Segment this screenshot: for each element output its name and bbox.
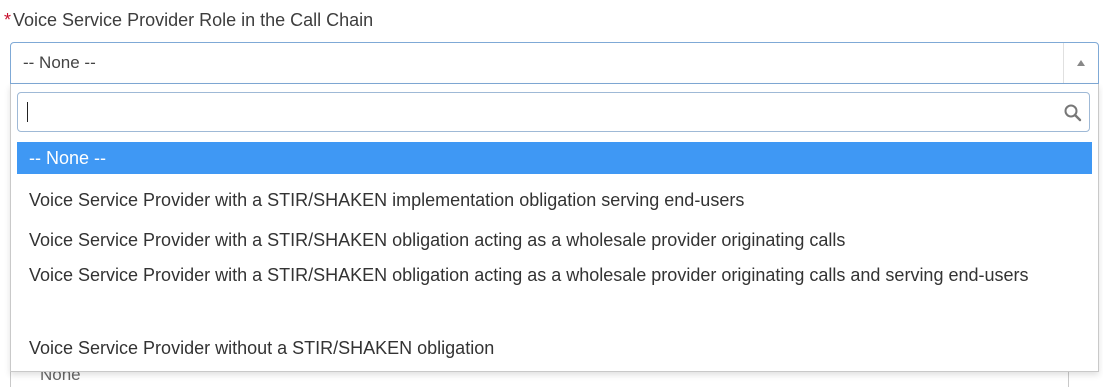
option-without-obligation[interactable]: Voice Service Provider without a STIR/SH… xyxy=(17,332,1092,364)
option-implementation-obligation[interactable]: Voice Service Provider with a STIR/SHAKE… xyxy=(17,184,1092,216)
option-wholesale-originating[interactable]: Voice Service Provider with a STIR/SHAKE… xyxy=(17,224,1092,256)
underlay-field-border xyxy=(10,372,11,387)
field-label-text: Voice Service Provider Role in the Call … xyxy=(13,10,374,30)
dropdown-search xyxy=(17,92,1090,132)
required-marker: * xyxy=(4,10,12,30)
search-icon xyxy=(1064,104,1082,122)
option-none[interactable]: -- None -- xyxy=(17,142,1092,174)
search-input[interactable] xyxy=(18,93,1048,131)
field-label: * Voice Service Provider Role in the Call… xyxy=(4,8,373,32)
option-wholesale-originating-serving[interactable]: Voice Service Provider with a STIR/SHAKE… xyxy=(17,260,1092,290)
underlay-field-value: None xyxy=(40,370,81,384)
text-caret xyxy=(27,102,28,122)
dropdown-panel: -- None -- Voice Service Provider with a… xyxy=(10,84,1099,372)
select-current-value: -- None -- xyxy=(23,53,96,72)
underlay-field-border xyxy=(1068,372,1069,387)
role-select[interactable]: -- None -- xyxy=(10,42,1099,84)
select-toggle[interactable] xyxy=(1063,43,1098,83)
chevron-up-icon xyxy=(1077,60,1085,66)
